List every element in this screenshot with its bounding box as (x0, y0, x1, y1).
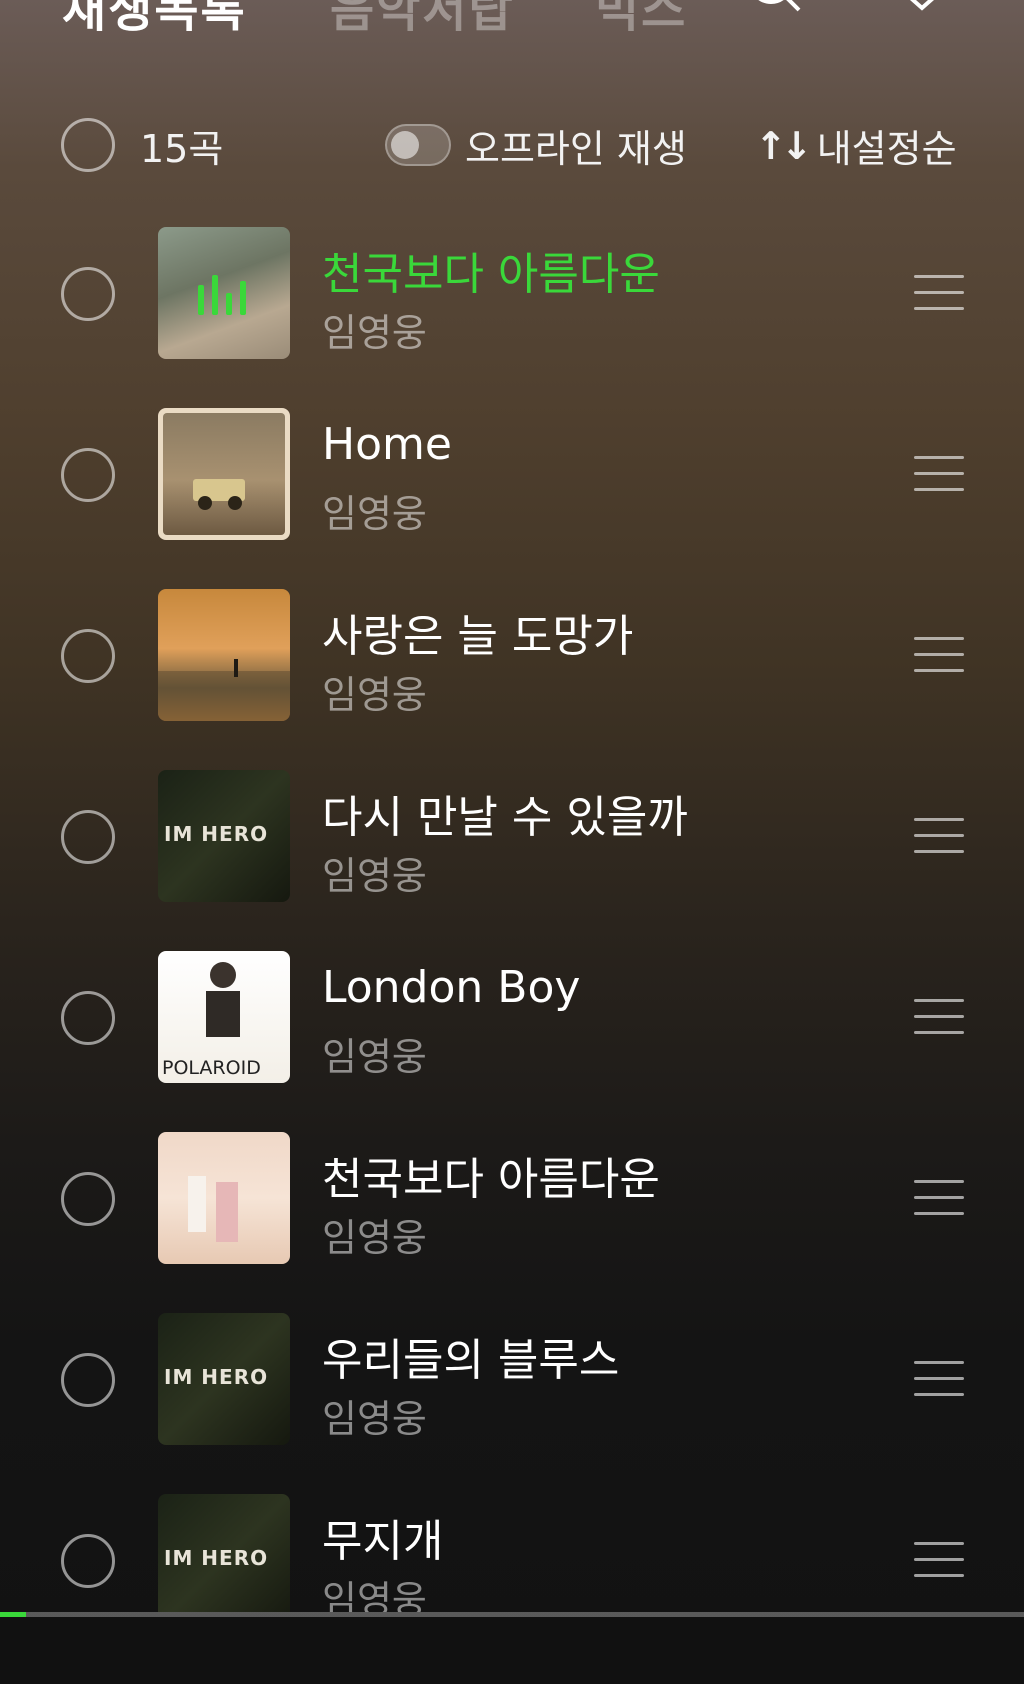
track-list-viewport[interactable]: 천국보다 아름다운 임영웅 Home 임영웅 사랑은 늘 도망가 임영웅 IM … (0, 210, 1024, 1612)
toggle-knob (391, 131, 419, 159)
offline-toggle[interactable] (385, 124, 451, 166)
album-cover (158, 589, 290, 721)
track-artist: 임영웅 (322, 1216, 427, 1260)
track-artist: 임영웅 (322, 1578, 427, 1612)
drag-handle-icon[interactable] (914, 1180, 964, 1216)
drag-handle-icon[interactable] (914, 1361, 964, 1397)
album-cover (158, 408, 290, 540)
sort-label: 내설정순 (816, 127, 957, 171)
sort-button[interactable]: ↑↓ 내설정순 (755, 118, 957, 173)
track-count: 15곡 (140, 127, 224, 171)
bottom-bar (0, 1617, 1024, 1684)
track-title: 천국보다 아름다운 (322, 249, 660, 300)
tab-mix[interactable]: 믹스 (595, 0, 687, 40)
search-icon[interactable] (745, 0, 805, 22)
album-cover (158, 1132, 290, 1264)
album-cover: POLAROID (158, 951, 290, 1083)
tab-music-drawer[interactable]: 음악서랍 (330, 0, 515, 40)
track-checkbox[interactable] (61, 629, 115, 683)
album-cover (158, 227, 290, 359)
track-title: 무지개 (322, 1516, 444, 1567)
track-artist: 임영웅 (322, 1035, 427, 1079)
now-playing-equalizer-icon (198, 275, 246, 315)
track-artist: 임영웅 (322, 854, 427, 898)
track-row[interactable]: IM HERO 다시 만날 수 있을까 임영웅 (0, 753, 1024, 934)
track-checkbox[interactable] (61, 1353, 115, 1407)
track-artist: 임영웅 (322, 673, 427, 717)
track-row[interactable]: Home 임영웅 (0, 391, 1024, 572)
track-title: 우리들의 블루스 (322, 1335, 620, 1386)
tab-bar: 재생목록 음악서랍 믹스 (0, 0, 1024, 70)
album-cover: IM HERO (158, 770, 290, 902)
track-artist: 임영웅 (322, 1397, 427, 1441)
drag-handle-icon[interactable] (914, 637, 964, 673)
playlist-controls: 15곡 오프라인 재생 ↑↓ 내설정순 (0, 108, 1024, 184)
album-cover: IM HERO (158, 1494, 290, 1612)
track-checkbox[interactable] (61, 1534, 115, 1588)
track-row[interactable]: 사랑은 늘 도망가 임영웅 (0, 572, 1024, 753)
track-list: 천국보다 아름다운 임영웅 Home 임영웅 사랑은 늘 도망가 임영웅 IM … (0, 210, 1024, 1612)
album-cover: IM HERO (158, 1313, 290, 1445)
select-all-checkbox[interactable] (61, 118, 115, 172)
track-row[interactable]: 천국보다 아름다운 임영웅 (0, 210, 1024, 391)
drag-handle-icon[interactable] (914, 275, 964, 311)
chevron-down-icon[interactable] (900, 0, 944, 16)
album-cover-text: IM HERO (164, 1546, 269, 1570)
track-title: London Boy (322, 962, 581, 1013)
drag-handle-icon[interactable] (914, 818, 964, 854)
track-artist: 임영웅 (322, 492, 427, 536)
track-row[interactable]: POLAROID London Boy 임영웅 (0, 934, 1024, 1115)
track-row[interactable]: IM HERO 우리들의 블루스 임영웅 (0, 1296, 1024, 1477)
track-checkbox[interactable] (61, 267, 115, 321)
track-checkbox[interactable] (61, 810, 115, 864)
track-artist: 임영웅 (322, 311, 427, 355)
drag-handle-icon[interactable] (914, 999, 964, 1035)
track-checkbox[interactable] (61, 1172, 115, 1226)
tab-playlist[interactable]: 재생목록 (62, 0, 247, 40)
album-cover-text: IM HERO (164, 1365, 269, 1389)
track-title: 사랑은 늘 도망가 (322, 611, 634, 662)
track-checkbox[interactable] (61, 448, 115, 502)
drag-handle-icon[interactable] (914, 456, 964, 492)
offline-label: 오프라인 재생 (465, 127, 687, 171)
drag-handle-icon[interactable] (914, 1542, 964, 1578)
track-checkbox[interactable] (61, 991, 115, 1045)
track-title: Home (322, 419, 452, 470)
album-cover-text: POLAROID (162, 1057, 261, 1079)
sort-arrows-icon: ↑↓ (755, 123, 813, 168)
track-row[interactable]: 천국보다 아름다운 임영웅 (0, 1115, 1024, 1296)
track-title: 다시 만날 수 있을까 (322, 792, 688, 843)
track-title: 천국보다 아름다운 (322, 1154, 660, 1205)
album-cover-text: IM HERO (164, 822, 269, 846)
track-row[interactable]: IM HERO 무지개 임영웅 (0, 1477, 1024, 1612)
